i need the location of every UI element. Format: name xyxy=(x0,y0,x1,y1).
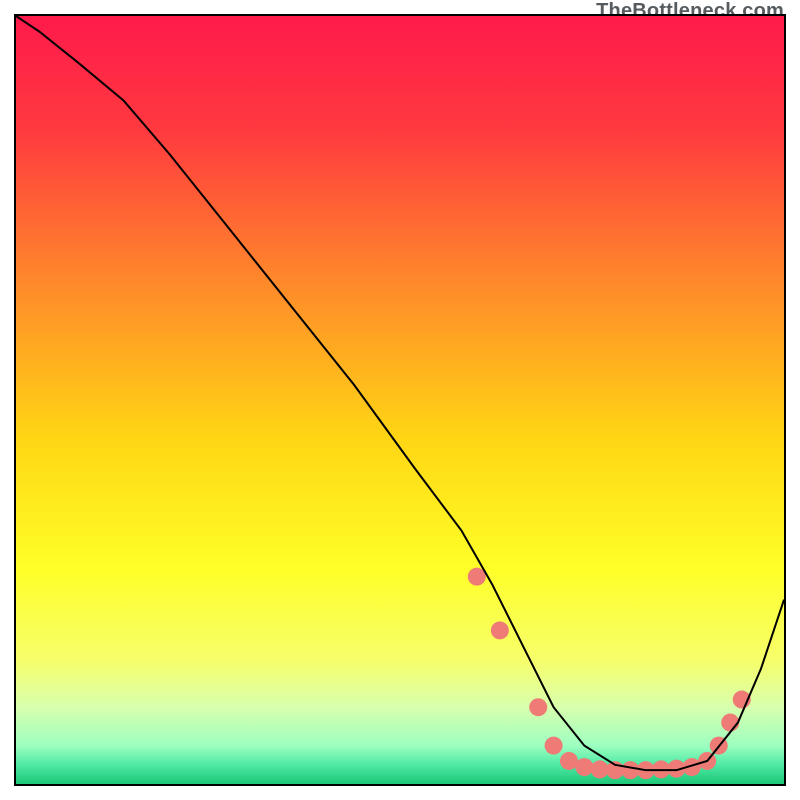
marker-dot xyxy=(591,760,609,778)
marker-dot xyxy=(575,758,593,776)
chart-frame: TheBottleneck.com xyxy=(0,0,800,800)
marker-dot xyxy=(529,698,547,716)
marker-dot xyxy=(560,752,578,770)
bottleneck-curve xyxy=(16,16,784,770)
plot-area xyxy=(14,14,786,786)
curve-layer xyxy=(16,16,784,784)
highlight-dots xyxy=(468,568,751,780)
marker-dot xyxy=(491,621,509,639)
marker-dot xyxy=(621,761,639,779)
marker-dot xyxy=(721,714,739,732)
marker-dot xyxy=(545,737,563,755)
